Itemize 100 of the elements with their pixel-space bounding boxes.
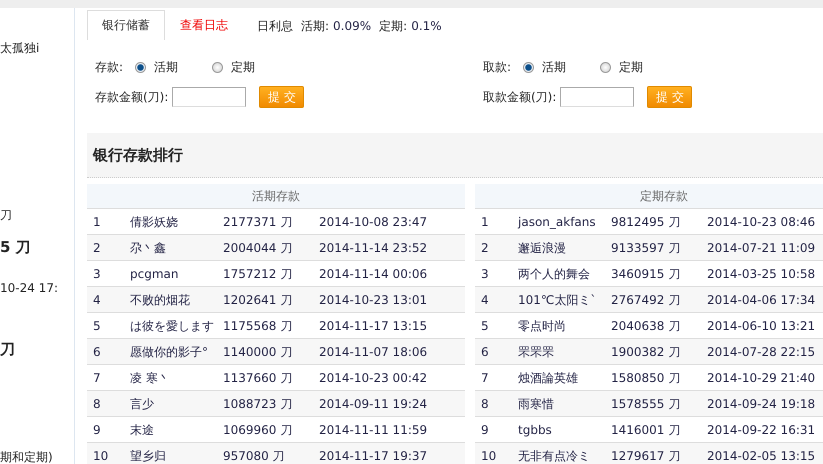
table-cell-text: 9 xyxy=(481,422,490,438)
table-cell-text: 1578555 刀 xyxy=(611,396,682,412)
table-cell-text: 1279617 刀 xyxy=(611,448,682,464)
table-cell-text: 2014-11-17 13:15 xyxy=(319,318,428,334)
radio-label: 定期 xyxy=(231,58,256,76)
table-cell-text: 凌 寒丶 xyxy=(130,370,171,386)
table-cell-text: 烛酒論英雄 xyxy=(518,370,579,386)
table-cell-text: 2004044 刀 xyxy=(223,240,294,256)
table-cell-text: 两个人的舞会 xyxy=(518,266,591,282)
sidebar-text: 5 刀 xyxy=(0,238,32,257)
rate-label: 定期: xyxy=(379,18,408,35)
rate-label: 日利息 xyxy=(257,18,293,35)
rate-value: 0.1% xyxy=(411,18,442,35)
table-cell-text: 8 xyxy=(93,396,102,412)
radio-button[interactable] xyxy=(135,62,146,72)
table-cell-text: 2014-10-29 21:40 xyxy=(707,370,816,386)
radio-label: 活期 xyxy=(542,58,566,76)
table-cell-text: 尕丶鑫 xyxy=(130,240,167,256)
rate-label: 活期: xyxy=(301,18,330,35)
table-cell-text: 不败的烟花 xyxy=(130,292,191,308)
table-cell-text: 101℃太阳ミ` xyxy=(518,292,598,308)
sidebar-text: 太孤独i xyxy=(0,40,40,57)
sidebar-text: 期和定期) xyxy=(0,449,54,464)
table-cell-text: 2014-10-23 08:46 xyxy=(707,214,816,230)
table-cell-text: 2014-11-14 23:52 xyxy=(319,240,428,256)
table-cell-text: 2014-04-06 17:34 xyxy=(707,292,816,308)
table-cell-text: 4 xyxy=(93,292,102,308)
table-cell-text: 愿做你的影子° xyxy=(130,344,209,360)
table-cell-text: 2014-10-23 13:01 xyxy=(319,292,428,308)
table-cell-text: 倩影妖娆 xyxy=(130,214,179,230)
tab[interactable]: 银行储蓄 xyxy=(87,10,165,40)
amount-field[interactable] xyxy=(172,87,246,107)
table-cell-text: 6 xyxy=(93,344,102,360)
table-cell-text: 2014-09-11 19:24 xyxy=(319,396,428,412)
table-cell-text: 2014-09-24 19:18 xyxy=(707,396,816,412)
table-cell-text: 10 xyxy=(481,448,498,464)
table-cell-text: 2014-03-25 10:58 xyxy=(707,266,816,282)
section-title: 银行存款排行 xyxy=(93,146,183,164)
radio-button[interactable] xyxy=(212,62,224,72)
sidebar-text: 刀 xyxy=(0,207,13,224)
table-cell-text: 3 xyxy=(481,266,490,282)
table-cell-text: 末途 xyxy=(130,422,155,438)
table-cell-text: 9133597 刀 xyxy=(611,240,682,256)
sidebar-text: 10-24 17: xyxy=(0,281,59,295)
table-cell-text: 1088723 刀 xyxy=(223,396,294,412)
table-heading: 活期存款 xyxy=(87,184,465,209)
radio-label: 定期 xyxy=(619,58,644,76)
table-cell-text: 2014-11-11 11:59 xyxy=(319,422,428,438)
table-cell-text: 望乡归 xyxy=(130,448,167,464)
table-cell-text: 3460915 刀 xyxy=(611,266,682,282)
table-cell-text: 5 xyxy=(481,318,490,334)
table-cell-text: 2014-11-07 18:06 xyxy=(319,344,428,360)
table-cell-text: 6 xyxy=(481,344,490,360)
table-cell-text: 1 xyxy=(93,214,102,230)
table-cell-text: 4 xyxy=(481,292,490,308)
table-cell-text: 8 xyxy=(481,396,490,412)
rate-value: 0.09% xyxy=(333,18,372,35)
radio-button[interactable] xyxy=(600,62,612,72)
table-cell-text: 1416001 刀 xyxy=(611,422,682,438)
field-label: 存款: xyxy=(95,58,124,76)
radio-label: 活期 xyxy=(154,58,178,76)
field-label: 取款金额(刀): xyxy=(483,88,556,106)
table-cell-text: 2014-07-21 11:09 xyxy=(707,240,816,256)
table-cell-text: 5 xyxy=(93,318,102,334)
table-cell-text: 1757212 刀 xyxy=(223,266,294,282)
table-cell-text: 罘罘罘 xyxy=(518,344,555,360)
table-cell-text: 2040638 刀 xyxy=(611,318,682,334)
table-cell-text: 1 xyxy=(481,214,490,230)
table-cell-text: 1140000 刀 xyxy=(223,344,294,360)
table-cell-text: 2014-02-05 13:15 xyxy=(707,448,816,464)
field-label: 取款: xyxy=(483,58,512,76)
table-cell-text: 957080 刀 xyxy=(223,448,286,464)
table-cell-text: 1137660 刀 xyxy=(223,370,294,386)
table-cell-text: 9 xyxy=(93,422,102,438)
table-cell-text: 7 xyxy=(93,370,102,386)
table-cell-text: jason_akfans xyxy=(518,214,597,230)
radio-button[interactable] xyxy=(523,62,534,72)
table-cell-text: 2014-09-22 16:31 xyxy=(707,422,816,438)
table-heading: 定期存款 xyxy=(475,184,823,209)
table-cell-text: 2767492 刀 xyxy=(611,292,682,308)
field-label: 存款金额(刀): xyxy=(95,88,168,106)
table-cell-text: 1069960 刀 xyxy=(223,422,294,438)
table-cell-text: 1580850 刀 xyxy=(611,370,682,386)
table-cell-text: 2177371 刀 xyxy=(223,214,294,230)
table-cell-text: 2014-11-17 19:37 xyxy=(319,448,428,464)
table-cell-text: 10 xyxy=(93,448,110,464)
table-cell-text: pcgman xyxy=(130,266,180,282)
table-cell-text: 1175568 刀 xyxy=(223,318,294,334)
table-cell-text: 无非有点冷ミ xyxy=(518,448,591,464)
table-cell-text: 2014-06-10 13:21 xyxy=(707,318,816,334)
table-cell-text: 零点时尚 xyxy=(518,318,567,334)
table-cell-text: 2 xyxy=(93,240,102,256)
amount-field[interactable] xyxy=(560,87,634,107)
table-cell-text: 2014-10-23 00:42 xyxy=(319,370,428,386)
table-cell-text: 2 xyxy=(481,240,490,256)
table-cell-text: 2014-10-08 23:47 xyxy=(319,214,428,230)
table-cell-text: 2014-11-14 00:06 xyxy=(319,266,428,282)
table-cell-text: 雨寒惜 xyxy=(518,396,555,412)
table-cell-text: 2014-07-28 22:15 xyxy=(707,344,816,360)
table-cell-text: 7 xyxy=(481,370,490,386)
